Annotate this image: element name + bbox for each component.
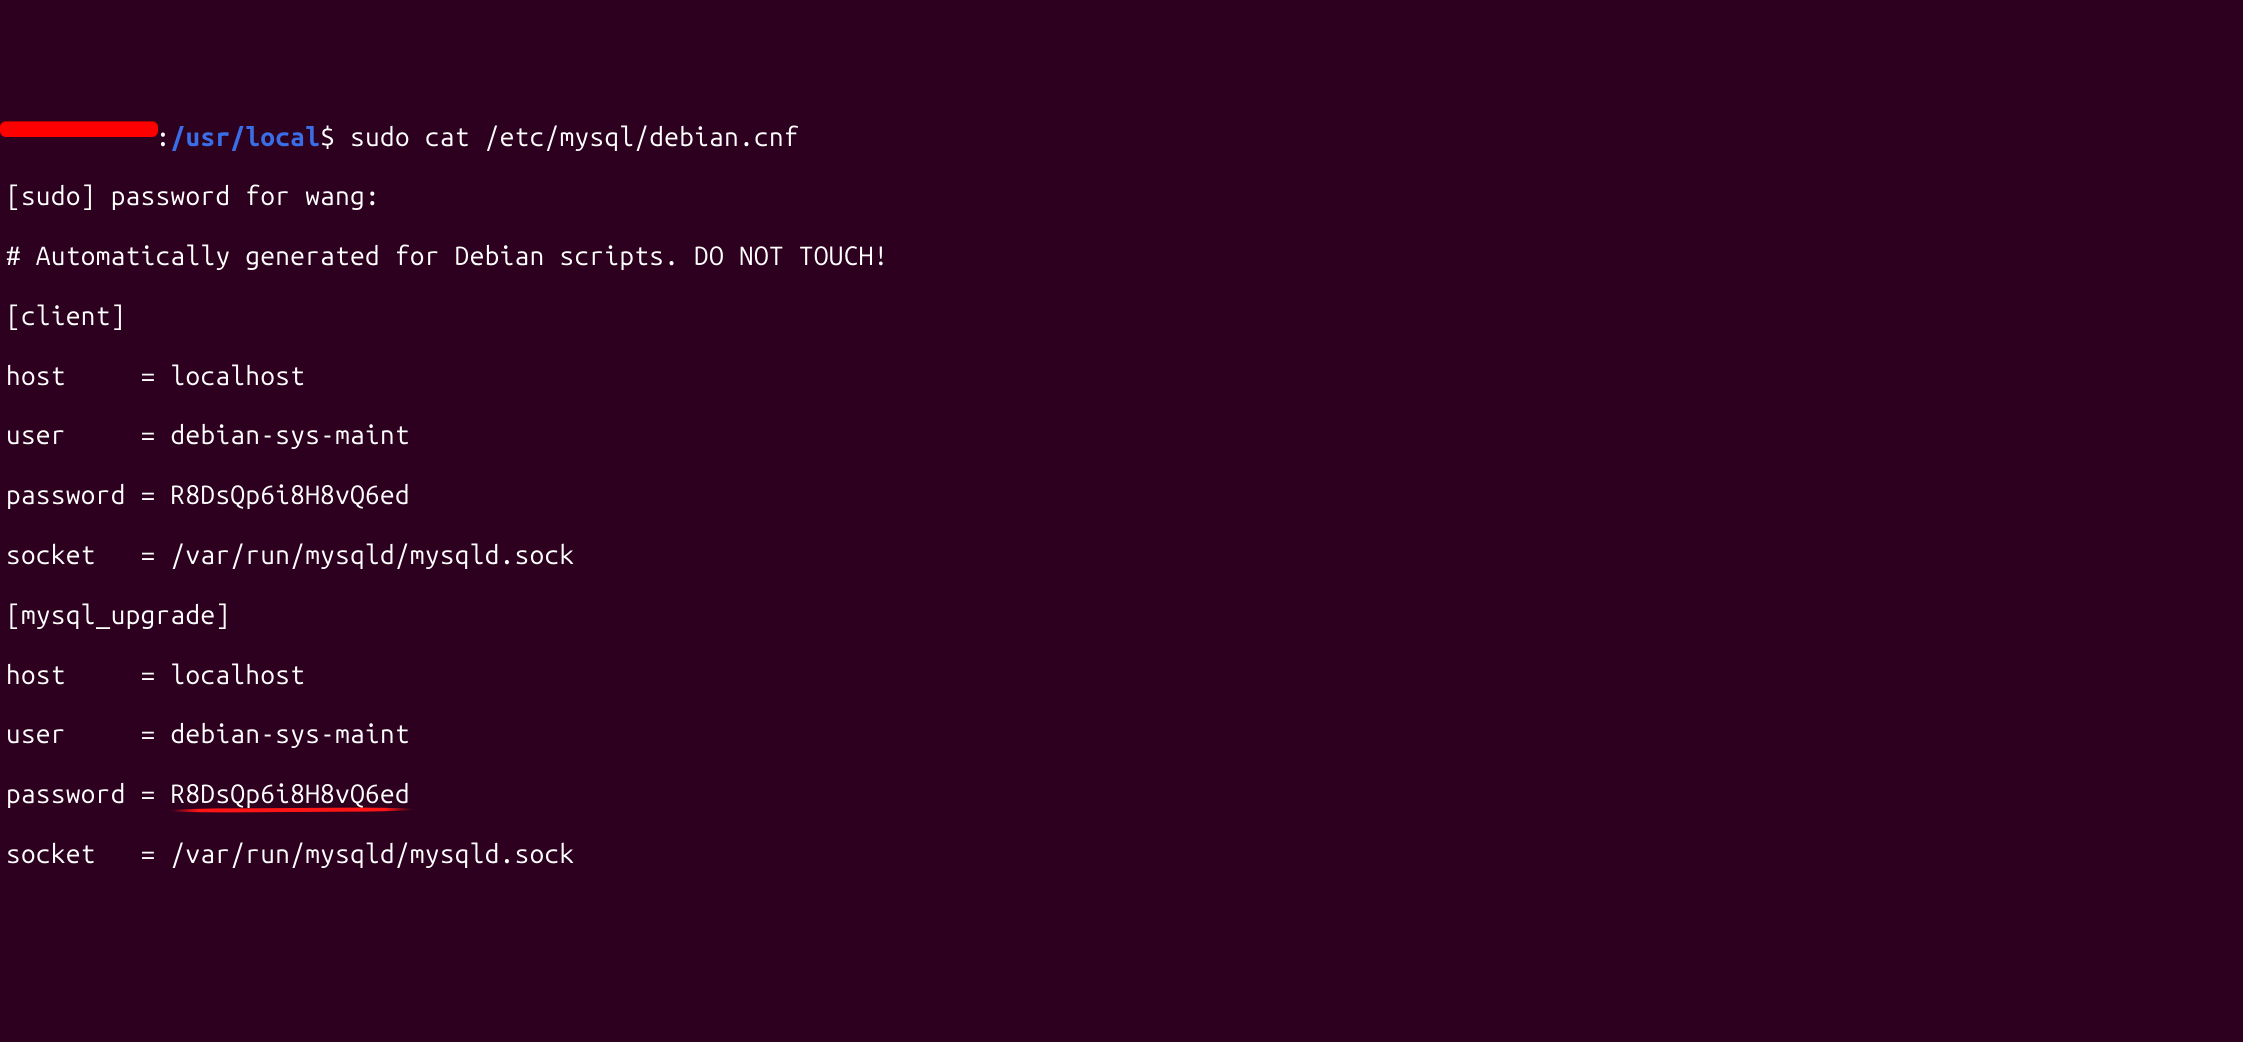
redacted-user-host: xxxxxxxxxx [6,122,156,152]
output-comment: # Automatically generated for Debian scr… [6,241,2237,271]
sudo-password-prompt: [sudo] password for wang: [6,181,2237,211]
output-section-mysql-upgrade: [mysql_upgrade] [6,600,2237,630]
output-upgrade-socket: socket = /var/run/mysqld/mysqld.sock [6,839,2237,869]
output-section-client: [client] [6,301,2237,331]
output-client-user: user = debian-sys-maint [6,420,2237,450]
prompt-line[interactable]: xxxxxxxxxx:/usr/local$ sudo cat /etc/mys… [6,122,2237,152]
output-upgrade-user: user = debian-sys-maint [6,719,2237,749]
prompt-colon: : [156,122,171,151]
output-client-host: host = localhost [6,361,2237,391]
typed-command: sudo cat /etc/mysql/debian.cnf [350,122,799,151]
output-upgrade-host: host = localhost [6,660,2237,690]
output-client-password: password = R8DsQp6i8H8vQ6ed [6,480,2237,510]
prompt-dollar: $ [320,122,335,151]
prompt-path: /usr/local [171,122,321,151]
highlighted-password-value: R8DsQp6i8H8vQ6ed [171,779,410,809]
output-client-socket: socket = /var/run/mysqld/mysqld.sock [6,540,2237,570]
output-upgrade-password: password = R8DsQp6i8H8vQ6ed [6,779,2237,809]
output-upgrade-password-prefix: password = [6,779,171,808]
